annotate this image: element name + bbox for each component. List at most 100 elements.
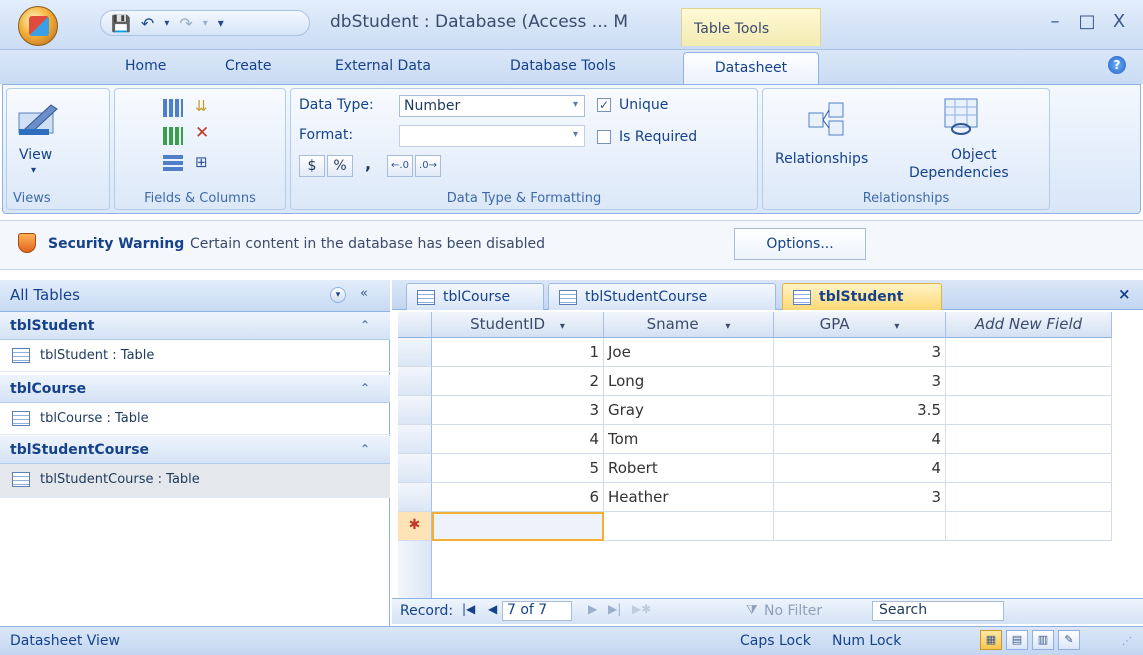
new-record-nav-icon[interactable]: ▶✱ [632,602,651,616]
no-filter-label[interactable]: No Filter [764,603,822,619]
table-cell[interactable]: 5 [432,454,604,483]
currency-format-button[interactable]: $ [299,155,325,177]
new-record-cell[interactable] [946,512,1112,541]
nav-menu-dropdown-icon[interactable]: ▾ [330,287,346,303]
table-cell[interactable]: Joe [604,338,774,367]
undo-dropdown-icon[interactable]: ▾ [164,18,169,29]
new-record-cell[interactable] [774,512,946,541]
format-dropdown-icon[interactable]: ▾ [573,129,578,140]
search-box[interactable]: Search [872,601,1004,621]
table-cell[interactable]: 3.5 [774,396,946,425]
object-dependencies-label-line1[interactable]: Object [951,147,997,163]
navigation-pane-header[interactable]: All Tables ▾ « [0,280,390,312]
table-cell[interactable] [946,454,1112,483]
format-select[interactable]: ▾ [399,125,585,147]
table-cell[interactable] [946,483,1112,512]
record-selector[interactable] [398,425,432,454]
tab-home[interactable]: Home [125,58,166,74]
tab-database-tools[interactable]: Database Tools [510,58,616,74]
datasheet-view-icon[interactable]: ▦ [980,630,1002,650]
nav-item-tblstudent[interactable]: tblStudent : Table [0,340,390,372]
new-record-cell[interactable] [604,512,774,541]
table-cell[interactable] [946,367,1112,396]
office-button[interactable] [18,6,58,46]
comma-format-button[interactable]: , [355,155,381,177]
help-icon[interactable]: ? [1108,56,1126,74]
decrease-decimals-icon[interactable]: .0→ [415,155,441,177]
is-required-checkbox[interactable] [597,130,611,144]
doc-tab-tblstudent[interactable]: tblStudent [782,283,942,310]
record-selector[interactable] [398,454,432,483]
nav-item-tblstudentcourse[interactable]: tblStudentCourse : Table [0,464,390,498]
lookup-column-icon[interactable] [163,155,183,173]
design-view-icon[interactable]: ✎ [1058,630,1080,650]
table-cell[interactable]: 4 [774,425,946,454]
first-record-icon[interactable]: |◀ [462,602,475,616]
previous-record-icon[interactable]: ◀ [488,602,497,616]
insert-column-icon[interactable] [163,99,183,117]
options-button[interactable]: Options... [734,228,866,260]
table-cell[interactable]: 3 [774,367,946,396]
pivot-chart-view-icon[interactable]: ▥ [1032,630,1054,650]
select-all-cell[interactable] [398,312,432,338]
data-type-select[interactable]: Number ▾ [399,95,585,117]
delete-column-icon[interactable]: ✕ [195,123,213,143]
nav-group-tblstudentcourse[interactable]: tblStudentCourse ⌃ [0,436,390,464]
collapse-chevron-icon[interactable]: ⌃ [360,318,370,332]
data-type-dropdown-icon[interactable]: ▾ [573,99,578,110]
column-header-add-new-field[interactable]: Add New Field [946,312,1112,338]
datasheet-view-icon[interactable] [17,99,61,139]
add-field-icon[interactable]: ⇊ [195,97,211,117]
table-cell[interactable]: 4 [774,454,946,483]
next-record-icon[interactable]: ▶ [588,602,597,616]
new-record-selector[interactable]: ✱ [398,512,432,541]
record-selector[interactable] [398,396,432,425]
table-cell[interactable]: 1 [432,338,604,367]
close-window-button[interactable]: X [1104,10,1134,34]
collapse-chevron-icon[interactable]: ⌃ [360,442,370,456]
doc-tab-tblcourse[interactable]: tblCourse [406,283,544,310]
last-record-icon[interactable]: ▶| [608,602,621,616]
unique-checkbox[interactable]: ✓ [597,98,611,112]
table-cell[interactable]: 2 [432,367,604,396]
column-filter-dropdown-icon[interactable]: ▾ [560,321,565,332]
rename-column-icon[interactable]: ⊞ [195,153,213,173]
doc-tab-tblstudentcourse[interactable]: tblStudentCourse [548,283,776,310]
table-cell[interactable]: Gray [604,396,774,425]
no-filter-icon[interactable]: ⧩ [746,603,758,618]
tab-create[interactable]: Create [225,58,272,74]
table-cell[interactable]: Heather [604,483,774,512]
table-cell[interactable] [946,396,1112,425]
customize-toolbar-icon[interactable]: ▾ [218,16,224,30]
nav-item-tblcourse[interactable]: tblCourse : Table [0,403,390,435]
minimize-button[interactable]: – [1040,10,1070,34]
table-cell[interactable]: 4 [432,425,604,454]
table-cell[interactable]: 3 [432,396,604,425]
existing-fields-icon[interactable] [163,127,183,145]
current-record-field[interactable]: 7 of 7 [502,601,572,621]
record-selector[interactable] [398,338,432,367]
nav-group-tblstudent[interactable]: tblStudent ⌃ [0,312,390,340]
redo-icon[interactable]: ↷ [179,14,192,33]
column-filter-dropdown-icon[interactable]: ▾ [894,321,899,332]
increase-decimals-icon[interactable]: ←.0 [387,155,413,177]
shutter-bar-close-icon[interactable]: « [360,286,368,301]
table-cell[interactable]: 6 [432,483,604,512]
table-cell[interactable]: Long [604,367,774,396]
table-cell[interactable] [946,425,1112,454]
tab-external-data[interactable]: External Data [335,58,431,74]
relationships-icon[interactable] [807,101,847,137]
record-selector[interactable] [398,483,432,512]
object-dependencies-label-line2[interactable]: Dependencies [909,165,1009,181]
undo-icon[interactable]: ↶ [141,14,154,33]
table-cell[interactable]: Tom [604,425,774,454]
maximize-button[interactable]: □ [1072,10,1102,34]
pivot-table-view-icon[interactable]: ▤ [1006,630,1028,650]
view-button-label[interactable]: View [19,147,52,163]
tab-datasheet[interactable]: Datasheet [683,52,819,86]
view-dropdown-icon[interactable]: ▾ [31,165,36,176]
redo-dropdown-icon[interactable]: ▾ [203,18,208,29]
relationships-button-label[interactable]: Relationships [775,151,868,167]
nav-group-tblcourse[interactable]: tblCourse ⌃ [0,375,390,403]
new-record-cell[interactable] [432,512,604,541]
